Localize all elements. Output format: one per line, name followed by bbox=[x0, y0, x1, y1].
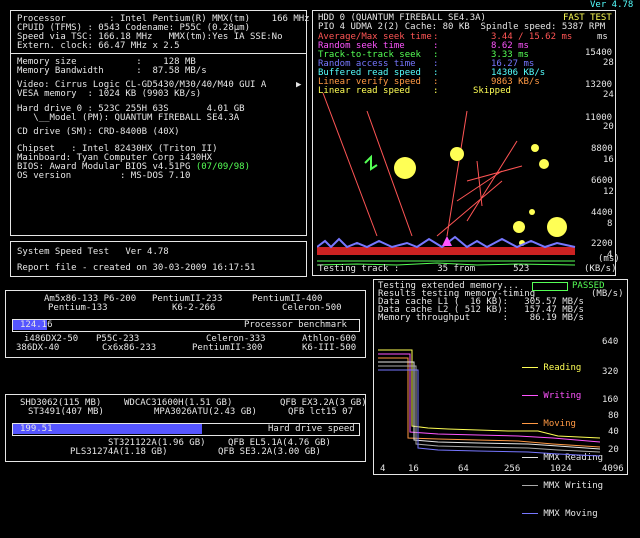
x-label: 1024 bbox=[550, 464, 572, 474]
legend-swatch bbox=[522, 513, 538, 514]
cpu-bench-value: 124.16 bbox=[20, 320, 53, 330]
hd-ref-label: MPA3026ATU(2.43 GB) bbox=[154, 407, 257, 417]
kbs-unit: (KB/s) bbox=[584, 264, 617, 274]
speed-test-panel: System Speed Test Ver 4.78 Report file -… bbox=[10, 241, 307, 277]
memtest-unit: (MB/s) bbox=[591, 289, 624, 299]
speed-test-title: System Speed Test Ver 4.78 bbox=[17, 247, 169, 257]
hd-ref-label: PLS31274A(1.18 GB) bbox=[70, 447, 168, 457]
memory-graph bbox=[378, 349, 600, 457]
arrow-right-icon: ▶ bbox=[296, 80, 302, 90]
legend-swatch bbox=[522, 485, 538, 486]
memtest-progress bbox=[532, 282, 568, 291]
cpu-bench-title: Processor benchmark bbox=[244, 320, 347, 330]
hd-benchmark-panel: SHD3062(115 MB) WDCAC31600H(1.51 GB) QFB… bbox=[5, 394, 367, 462]
scale-label: 13200 bbox=[585, 80, 613, 90]
system-info-panel: Processor : Intel Pentium(R) MMX(tm) 166… bbox=[10, 10, 310, 236]
scale-label: 28 bbox=[603, 58, 614, 68]
scale-label: 8800 bbox=[591, 144, 613, 154]
y-label: 160 bbox=[602, 395, 619, 405]
scale-label: 8 bbox=[607, 219, 613, 229]
cpu-ref-label: Cx6x86-233 bbox=[102, 343, 157, 353]
y-label: 40 bbox=[608, 427, 619, 437]
scale-label: 15400 bbox=[585, 48, 613, 58]
report-file-line: Report file - created on 30-03-2009 16:1… bbox=[17, 263, 256, 273]
hdd-seek-graph bbox=[317, 92, 576, 266]
scale-label: 20 bbox=[603, 122, 614, 132]
bios-date: (07/09/98) bbox=[195, 162, 250, 172]
legend-label: MMX Writing bbox=[543, 481, 604, 491]
cpu-ref-label: 386DX-40 bbox=[16, 343, 60, 353]
scale-label: 4400 bbox=[591, 208, 613, 218]
y-label: 640 bbox=[602, 337, 619, 347]
hd-ref-label: QFB SE3.2A(3.00 GB) bbox=[218, 447, 321, 457]
y-label: 20 bbox=[608, 445, 619, 455]
y-label: 80 bbox=[608, 411, 619, 421]
ms-bottom-unit: (ms) bbox=[598, 254, 620, 264]
cpu-ref-label: K6-III-500 bbox=[302, 343, 357, 353]
hd-ref-label: ST3491(407 MB) bbox=[28, 407, 104, 417]
x-label: 64 bbox=[458, 464, 469, 474]
y-label: 320 bbox=[602, 367, 619, 377]
version-label: Ver 4.78 bbox=[590, 0, 634, 10]
cpu-benchmark-panel: Am5x86-133 P6-200 PentiumII-233 PentiumI… bbox=[5, 290, 366, 358]
hd-ref-label: QFB lct15 07 bbox=[288, 407, 354, 417]
legend-label: MMX Moving bbox=[543, 509, 598, 519]
divider bbox=[11, 53, 306, 54]
cpu-ref-label: Pentium-133 bbox=[48, 303, 108, 313]
testing-track-line: Testing track : 35 from 523 bbox=[318, 264, 530, 274]
memory-bandwidth-line: Memory Bandwidth : 87.58 MB/s bbox=[17, 66, 207, 76]
scale-label: 16 bbox=[603, 155, 614, 165]
x-label: 16 bbox=[408, 464, 419, 474]
cpu-ref-label: PentiumII-300 bbox=[192, 343, 263, 353]
vesa-line: VESA memory : 1024 KB (9903 KB/s) bbox=[17, 89, 202, 99]
x-label: 4096 bbox=[602, 464, 624, 474]
scale-label: 12 bbox=[603, 187, 614, 197]
cpu-ref-label: Celeron-500 bbox=[282, 303, 342, 313]
os-line: OS version : MS-DOS 7.10 bbox=[17, 171, 191, 181]
scale-label: 24 bbox=[603, 90, 614, 100]
memory-test-panel: Testing extended memory... PASSED Result… bbox=[373, 279, 628, 519]
x-label: 256 bbox=[504, 464, 521, 474]
cd-drive-line: CD drive (SM): CRD-8400B (40X) bbox=[17, 127, 180, 137]
ms-unit: ms bbox=[597, 32, 608, 42]
hdd-panel: HDD 0 (QUANTUM FIREBALL SE4.3A) FAST TES… bbox=[312, 10, 620, 276]
hdd0-model-line: \__Model (PM): QUANTUM FIREBALL SE4.3A bbox=[17, 113, 240, 123]
x-label: 4 bbox=[380, 464, 386, 474]
scale-label: 2200 bbox=[591, 239, 613, 249]
extern-clock-line: Extern. clock: 66.47 MHz x 2.5 bbox=[17, 41, 180, 51]
scale-label: 6600 bbox=[591, 176, 613, 186]
cpu-ref-label: K6-2-266 bbox=[172, 303, 216, 313]
hd-bench-value: 199.51 bbox=[20, 424, 53, 434]
hd-bench-title: Hard drive speed bbox=[268, 424, 355, 434]
hdd-subheader: PIO 4 UDMA 2(2) Cache: 80 KB Spindle spe… bbox=[318, 22, 606, 32]
